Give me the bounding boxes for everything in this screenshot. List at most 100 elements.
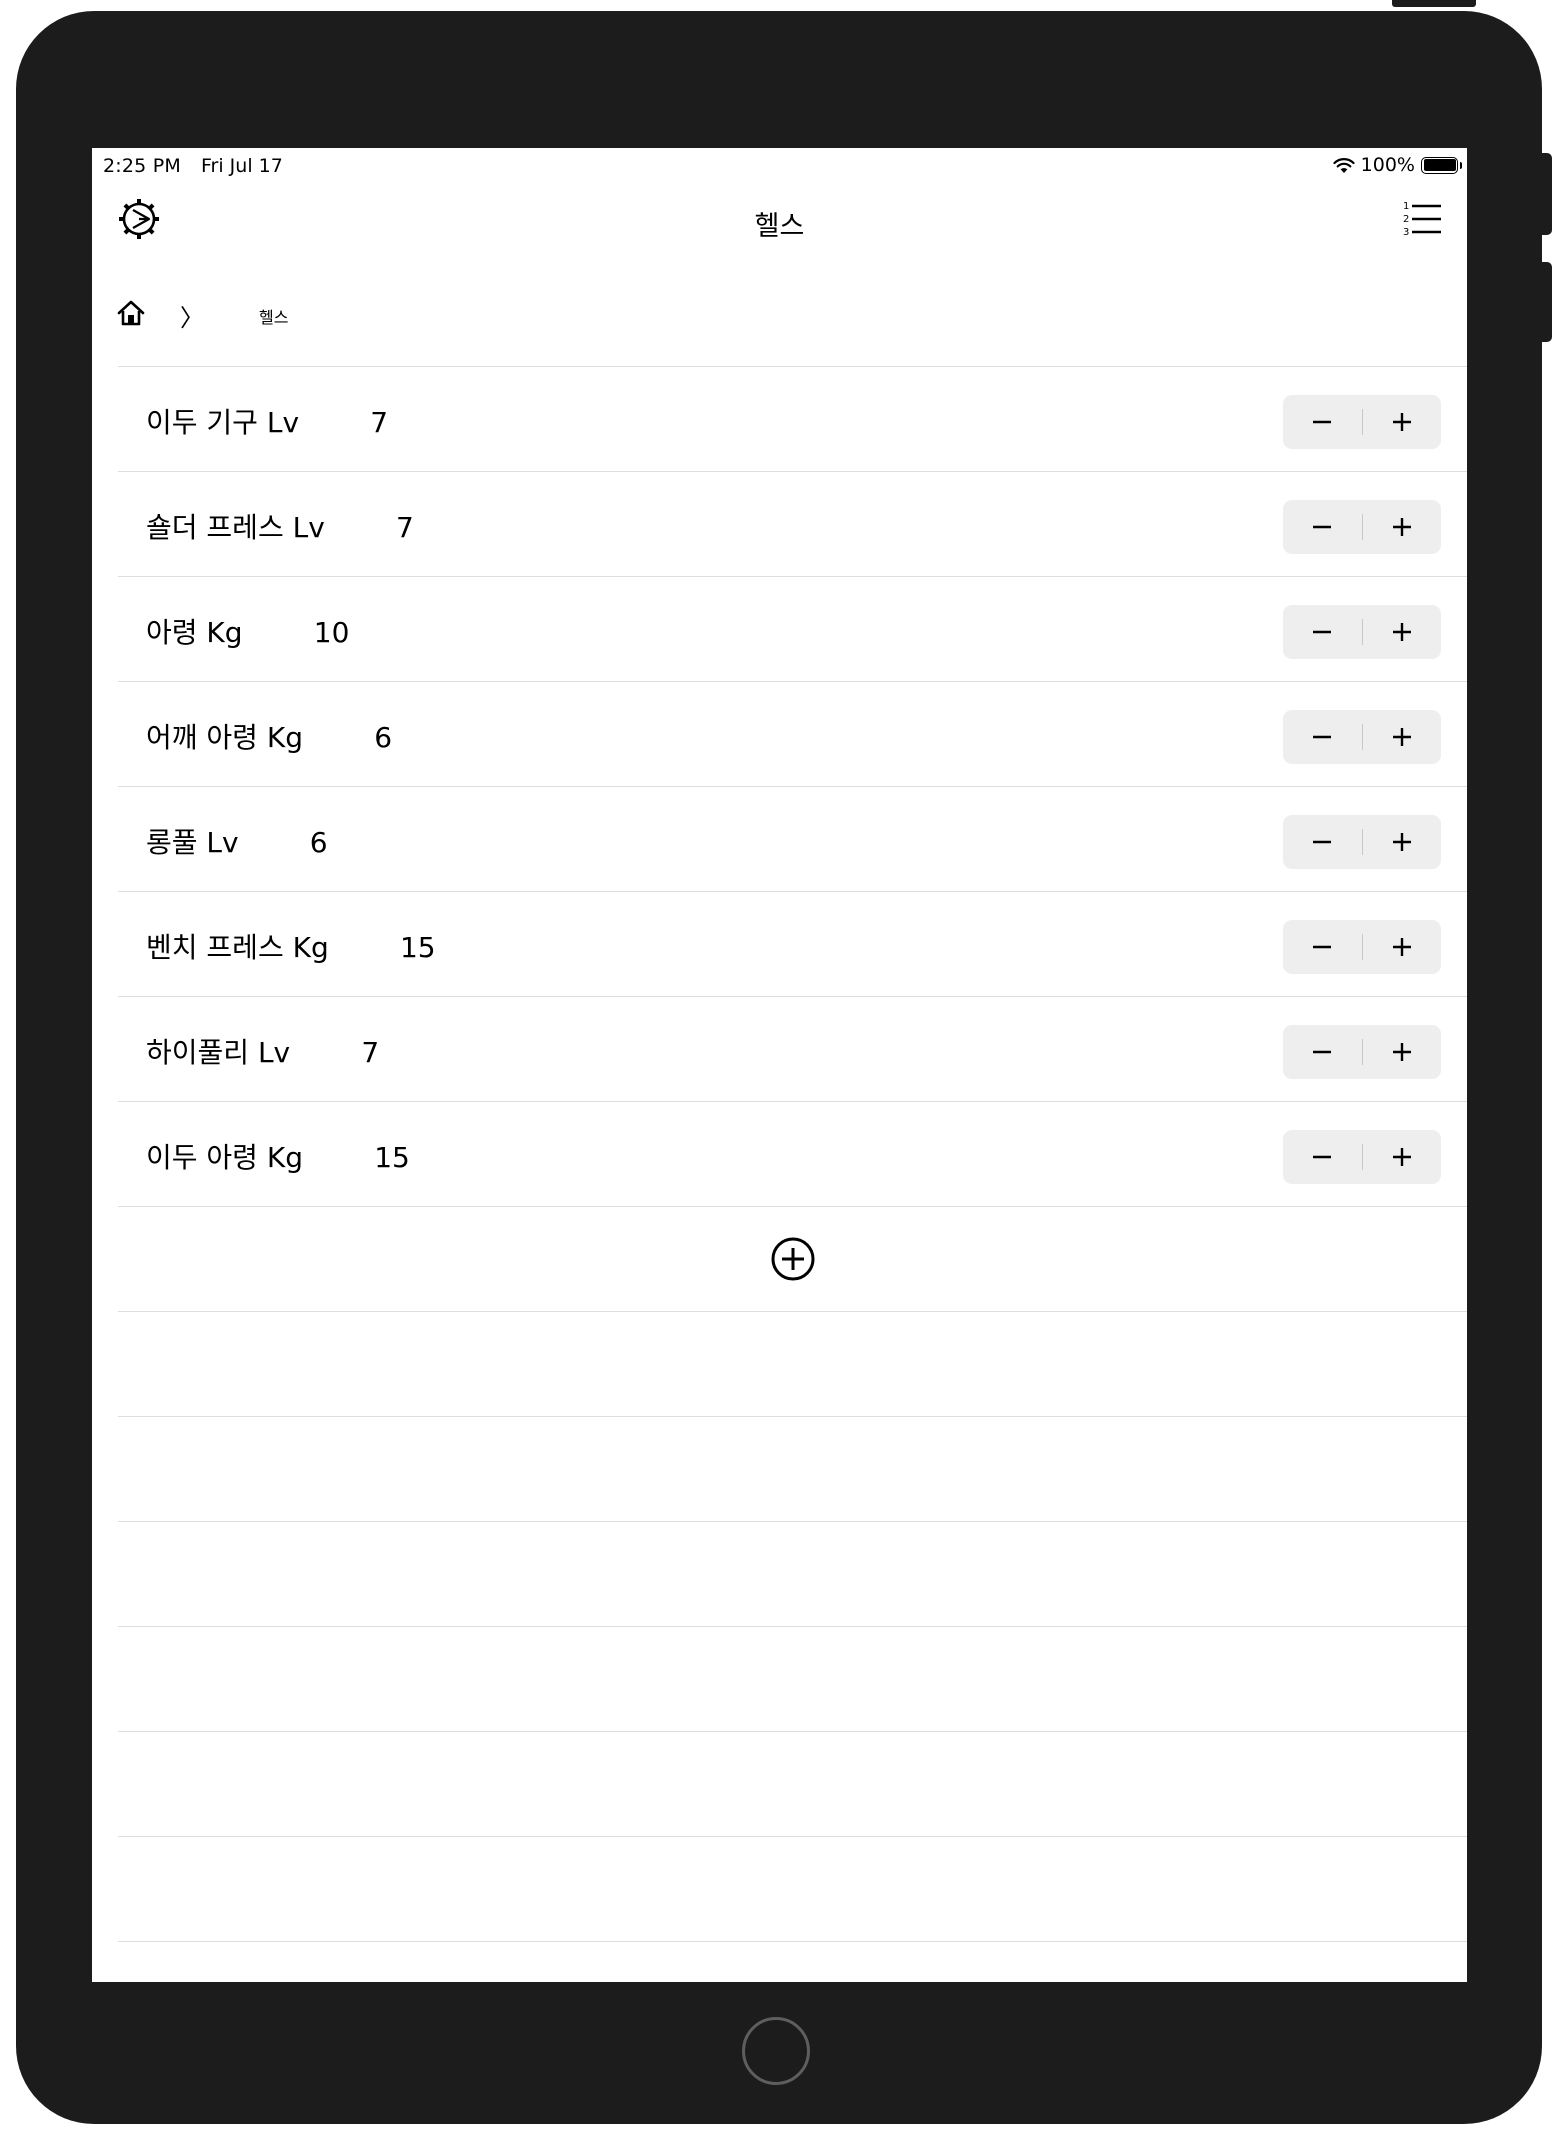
status-right: 100%: [1333, 154, 1462, 176]
exercise-name: 숄더 프레스 Lv: [146, 511, 325, 544]
minus-icon: [1313, 1155, 1332, 1159]
empty-row: [118, 1941, 1467, 1982]
increment-button[interactable]: [1363, 395, 1442, 449]
plus-icon: [1392, 1043, 1411, 1061]
status-time: 2:25 PM: [103, 155, 181, 177]
increment-button[interactable]: [1363, 920, 1442, 974]
minus-icon: [1313, 1050, 1332, 1054]
decrement-button[interactable]: [1283, 815, 1362, 869]
exercise-row: 이두 아령 Kg 15: [118, 1101, 1467, 1206]
add-row: [118, 1206, 1467, 1311]
exercise-name: 이두 아령 Kg: [146, 1141, 303, 1174]
breadcrumb-home[interactable]: [116, 298, 146, 328]
list-button[interactable]: 1 2 3: [1401, 198, 1443, 240]
exercise-value: 7: [395, 511, 414, 544]
exercise-row: 이두 기구 Lv 7: [118, 366, 1467, 471]
exercise-row: 아령 Kg 10: [118, 576, 1467, 681]
breadcrumb-separator: 〉: [180, 304, 204, 332]
minus-icon: [1313, 420, 1332, 424]
decrement-button[interactable]: [1283, 605, 1362, 659]
empty-row: [118, 1416, 1467, 1521]
exercise-value: 15: [399, 931, 436, 964]
minus-icon: [1313, 630, 1332, 634]
exercise-value: 6: [374, 721, 393, 754]
increment-button[interactable]: [1363, 710, 1442, 764]
numbered-list-icon: 1 2 3: [1403, 201, 1441, 238]
exercise-value: 15: [374, 1141, 410, 1174]
exercise-name: 아령 Kg: [146, 616, 243, 649]
battery-percent: 100%: [1360, 154, 1415, 176]
exercise-value: 7: [370, 406, 389, 439]
value-stepper: [1283, 500, 1441, 554]
exercise-label: 아령 Kg 10: [146, 611, 349, 651]
plus-circle-icon: [771, 1237, 814, 1281]
screen: 2:25 PM Fri Jul 17 100% 헬스 1 2 3 〉 헬스 이두…: [92, 148, 1467, 1982]
exercise-row: 어깨 아령 Kg 6: [118, 681, 1467, 786]
value-stepper: [1283, 1130, 1441, 1184]
plus-icon: [1392, 728, 1411, 746]
exercise-value: 6: [309, 826, 328, 859]
home-icon: [117, 300, 145, 326]
increment-button[interactable]: [1363, 605, 1442, 659]
decrement-button[interactable]: [1283, 1025, 1362, 1079]
minus-icon: [1313, 735, 1332, 739]
decrement-button[interactable]: [1283, 395, 1362, 449]
increment-button[interactable]: [1363, 500, 1442, 554]
plus-icon: [1392, 833, 1411, 851]
wifi-icon: [1333, 157, 1355, 173]
minus-icon: [1313, 525, 1332, 529]
status-bar: 2:25 PM Fri Jul 17 100%: [92, 148, 1467, 178]
value-stepper: [1283, 920, 1441, 974]
exercise-label: 롱풀 Lv 6: [146, 821, 328, 861]
exercise-list: 이두 기구 Lv 7 숄더 프레스 Lv 7 아령 Kg 10 어깨 아령 Kg 6롱…: [118, 366, 1467, 1982]
exercise-row: 벤치 프레스 Kg 15: [118, 891, 1467, 996]
decrement-button[interactable]: [1283, 500, 1362, 554]
status-date: Fri Jul 17: [201, 155, 283, 177]
plus-icon: [1392, 623, 1411, 641]
exercise-label: 하이풀리 Lv 7: [146, 1031, 379, 1071]
exercise-row: 하이풀리 Lv 7: [118, 996, 1467, 1101]
add-exercise-button[interactable]: [769, 1235, 817, 1283]
decrement-button[interactable]: [1283, 1130, 1362, 1184]
device-home-button[interactable]: [742, 2017, 810, 2085]
battery-icon: [1421, 156, 1462, 174]
increment-button[interactable]: [1363, 1130, 1442, 1184]
svg-text:2: 2: [1403, 214, 1409, 225]
decrement-button[interactable]: [1283, 710, 1362, 764]
device-top-button: [1392, 0, 1476, 7]
exercise-row: 롱풀 Lv 6: [118, 786, 1467, 891]
decrement-button[interactable]: [1283, 920, 1362, 974]
plus-icon: [1392, 518, 1411, 536]
minus-icon: [1313, 945, 1332, 949]
exercise-name: 벤치 프레스 Kg: [146, 931, 329, 964]
svg-text:1: 1: [1403, 201, 1409, 212]
exercise-label: 어깨 아령 Kg 6: [146, 716, 392, 756]
breadcrumb: 〉 헬스: [92, 298, 1467, 348]
exercise-row: 숄더 프레스 Lv 7: [118, 471, 1467, 576]
exercise-value: 10: [313, 616, 350, 649]
value-stepper: [1283, 815, 1441, 869]
empty-row: [118, 1836, 1467, 1941]
exercise-name: 이두 기구 Lv: [146, 406, 300, 439]
empty-row: [118, 1626, 1467, 1731]
exercise-name: 어깨 아령 Kg: [146, 721, 303, 754]
breadcrumb-current[interactable]: 헬스: [259, 304, 288, 328]
plus-icon: [1392, 1148, 1411, 1166]
plus-icon: [1392, 938, 1411, 956]
increment-button[interactable]: [1363, 1025, 1442, 1079]
value-stepper: [1283, 710, 1441, 764]
page-title: 헬스: [754, 211, 805, 242]
nav-bar: 헬스 1 2 3: [92, 188, 1467, 248]
plus-icon: [1392, 413, 1411, 431]
exercise-label: 숄더 프레스 Lv 7: [146, 506, 414, 546]
exercise-value: 7: [361, 1036, 380, 1069]
increment-button[interactable]: [1363, 815, 1442, 869]
value-stepper: [1283, 1025, 1441, 1079]
empty-row: [118, 1311, 1467, 1416]
value-stepper: [1283, 605, 1441, 659]
empty-row: [118, 1731, 1467, 1836]
svg-text:3: 3: [1403, 227, 1409, 238]
battery-fill: [1423, 159, 1456, 171]
value-stepper: [1283, 395, 1441, 449]
exercise-name: 롱풀 Lv: [146, 826, 239, 859]
